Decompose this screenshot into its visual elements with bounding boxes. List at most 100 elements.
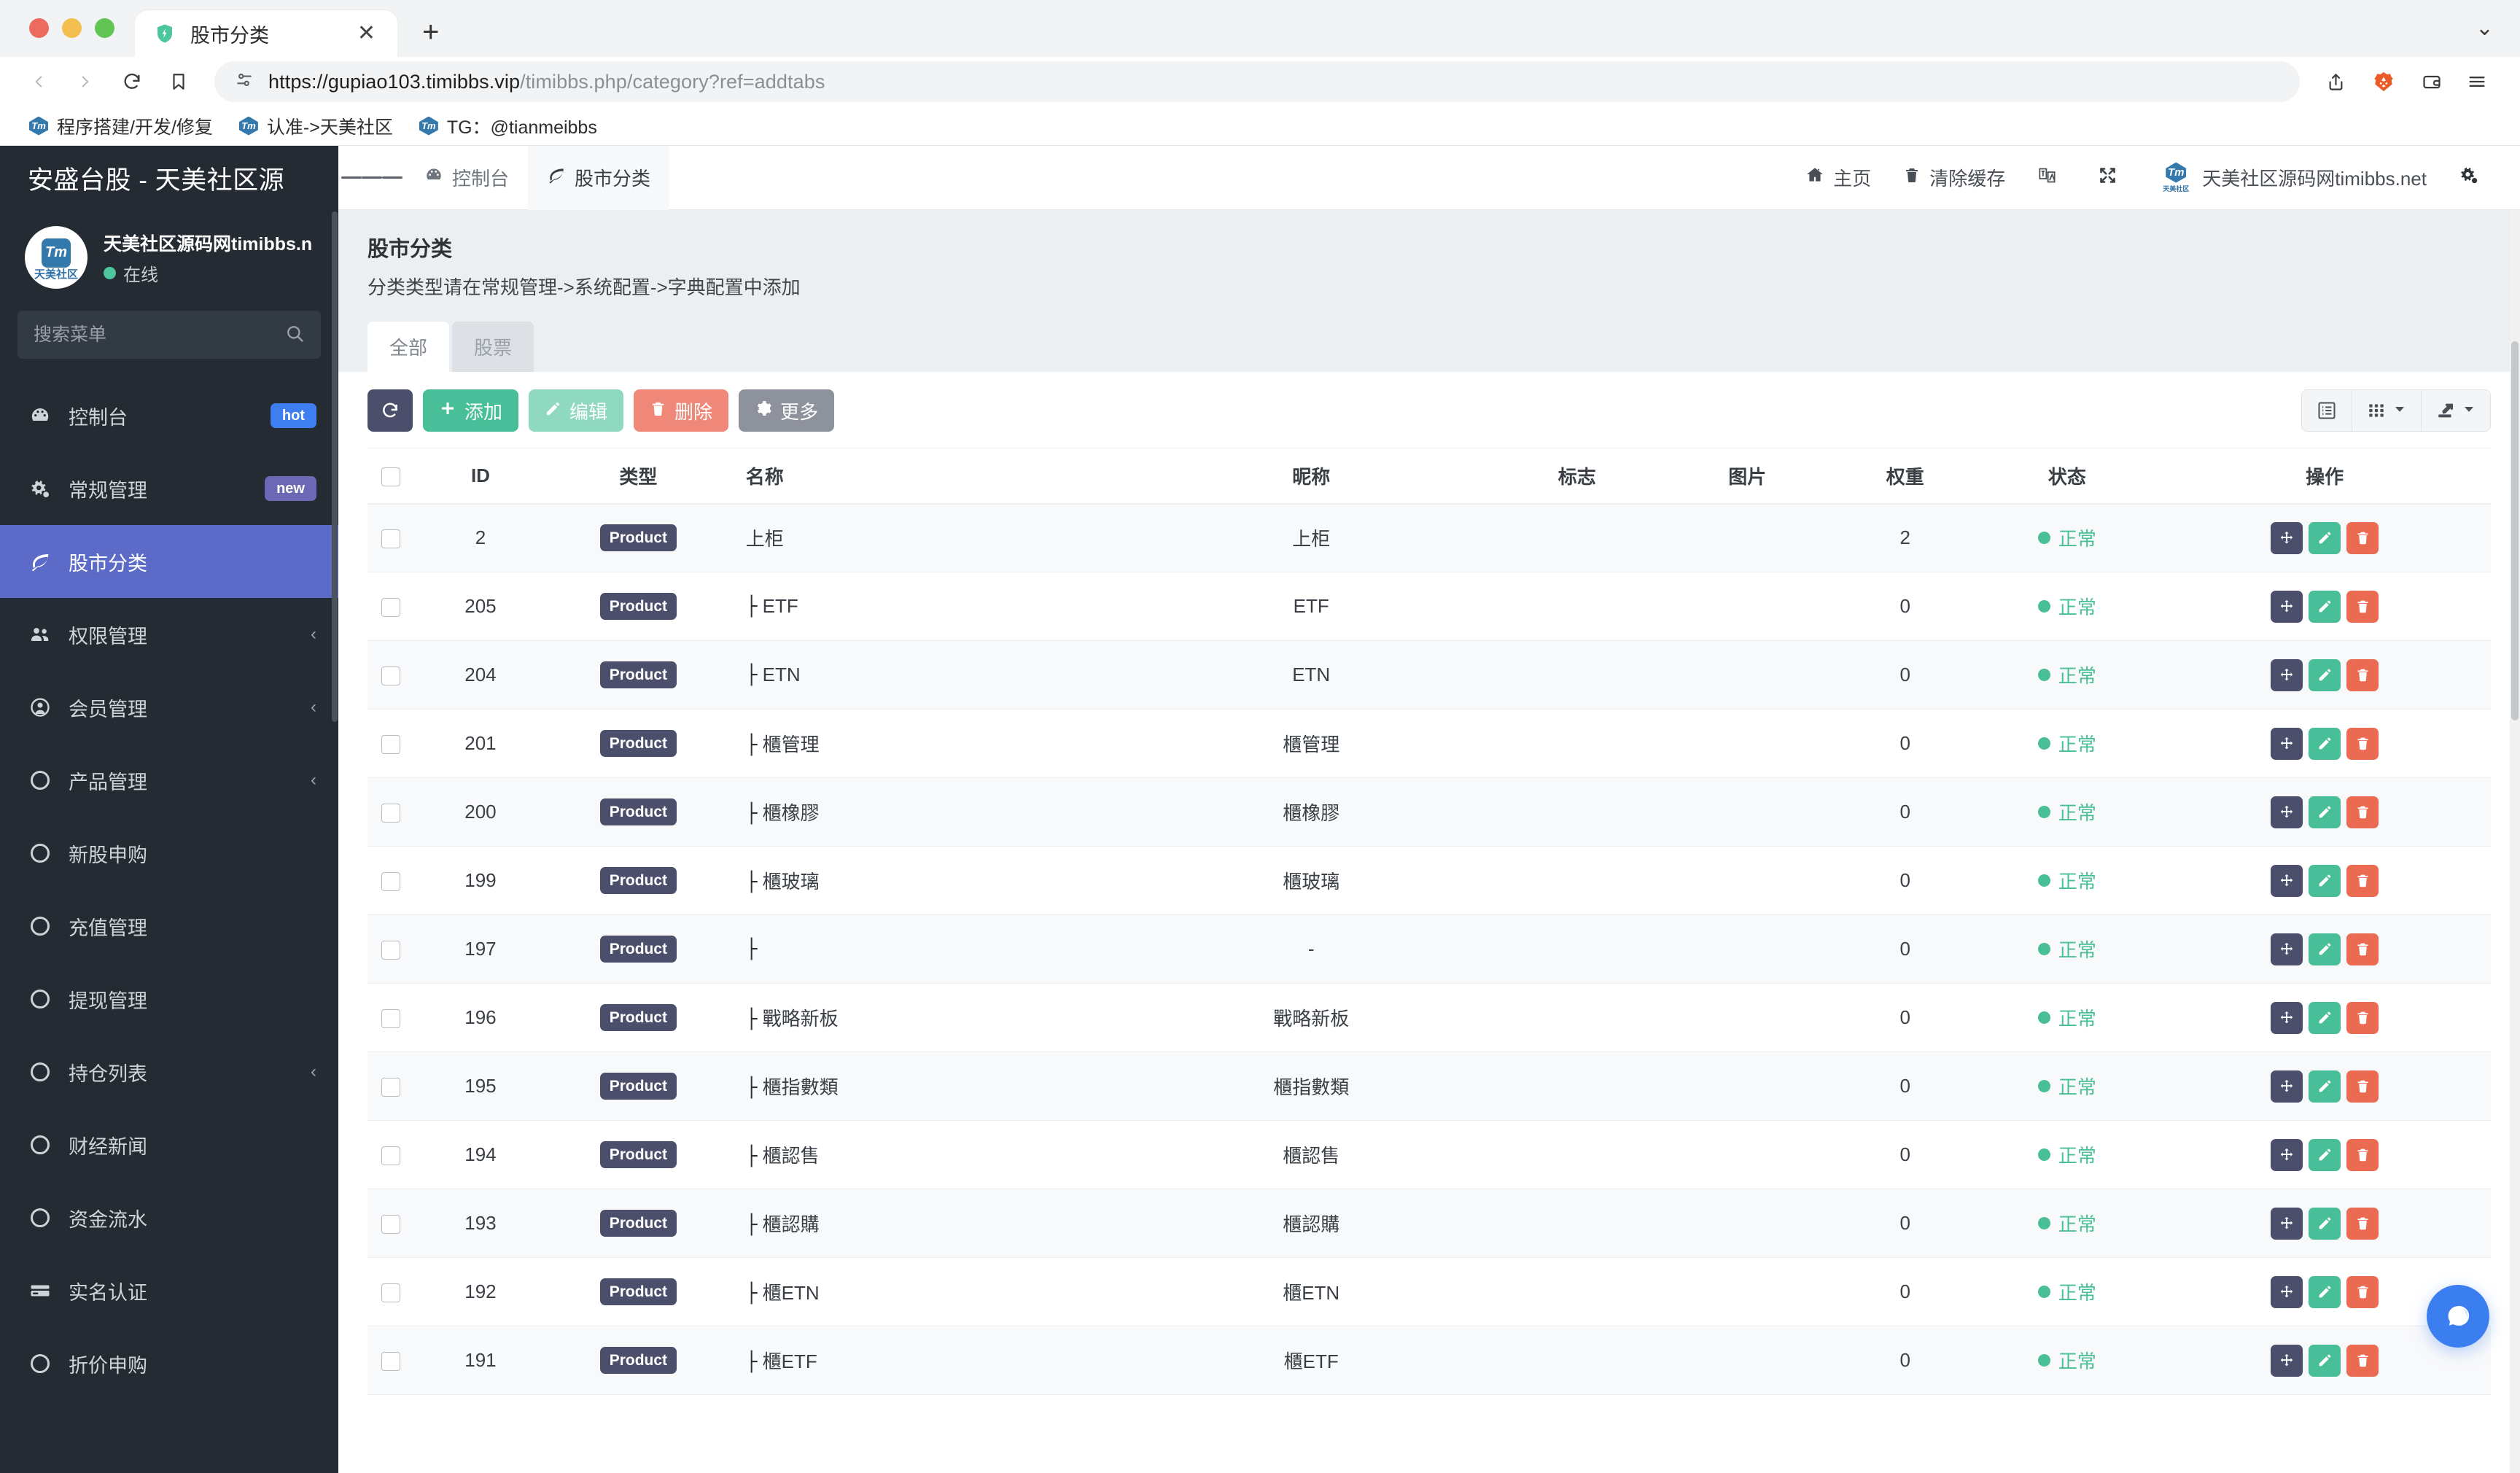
sidebar-item-discount-subscription[interactable]: 折价申购: [0, 1327, 338, 1400]
sidebar-item-withdraw-management[interactable]: 提现管理: [0, 963, 338, 1035]
row-checkbox[interactable]: [381, 735, 400, 755]
status-badge[interactable]: 正常: [2037, 1278, 2096, 1305]
table-row[interactable]: 194 Product ├ 櫃認售 櫃認售 0 正常: [368, 1120, 2491, 1189]
column-header-name[interactable]: 名称: [729, 448, 1129, 505]
trash-icon[interactable]: [2346, 658, 2379, 691]
row-checkbox[interactable]: [381, 598, 400, 618]
trash-icon[interactable]: [2346, 864, 2379, 897]
bookmark-item[interactable]: Tm 程序搭建/开发/修复: [16, 113, 226, 139]
sidebar-item-new-share-subscription[interactable]: 新股申购: [0, 817, 338, 890]
maximize-window-button[interactable]: [95, 18, 114, 38]
bookmark-item[interactable]: Tm 认准->天美社区: [226, 113, 406, 139]
trash-icon[interactable]: [2346, 1070, 2379, 1103]
row-checkbox[interactable]: [381, 1146, 400, 1166]
column-header-id[interactable]: ID: [413, 448, 548, 505]
status-badge[interactable]: 正常: [2037, 1210, 2096, 1237]
column-header-flag[interactable]: 标志: [1493, 448, 1660, 505]
search-icon[interactable]: [284, 323, 305, 347]
chat-bubble-icon[interactable]: [2427, 1285, 2489, 1348]
refresh-button[interactable]: [368, 389, 413, 432]
row-checkbox[interactable]: [381, 529, 400, 549]
pencil-icon[interactable]: [2309, 1275, 2341, 1308]
tab-all[interactable]: 全部: [368, 322, 450, 372]
new-tab-button[interactable]: +: [422, 18, 439, 57]
page-scrollbar[interactable]: [2510, 210, 2520, 1473]
bookmark-item[interactable]: Tm TG：@tianmeibbs: [406, 113, 610, 139]
clear-cache-button[interactable]: 清除缓存: [1887, 164, 2021, 191]
sidebar-scrollbar[interactable]: [331, 146, 338, 1473]
table-row[interactable]: 199 Product ├ 櫃玻璃 櫃玻璃 0 正常: [368, 846, 2491, 915]
trash-icon[interactable]: [2346, 521, 2379, 554]
table-row[interactable]: 193 Product ├ 櫃認購 櫃認購 0 正常: [368, 1189, 2491, 1258]
status-badge[interactable]: 正常: [2037, 936, 2096, 963]
forward-button[interactable]: [64, 61, 106, 103]
wallet-icon[interactable]: [2411, 61, 2453, 103]
status-badge[interactable]: 正常: [2037, 1347, 2096, 1374]
bookmark-this-page-icon[interactable]: [158, 61, 200, 103]
more-button[interactable]: 更多: [739, 389, 835, 432]
table-row[interactable]: 2 Product 上柜 上柜 2 正常: [368, 503, 2491, 572]
row-checkbox[interactable]: [381, 1009, 400, 1029]
table-row[interactable]: 205 Product ├ ETF ETF 0 正常: [368, 572, 2491, 641]
move-icon[interactable]: [2271, 1275, 2303, 1308]
pencil-icon[interactable]: [2309, 727, 2341, 760]
topnav-tab-stock-category[interactable]: 股市分类: [528, 145, 670, 210]
status-badge[interactable]: 正常: [2037, 1073, 2096, 1100]
pencil-icon[interactable]: [2309, 1344, 2341, 1377]
sidebar-item-general-management[interactable]: 常规管理 new: [0, 452, 338, 525]
trash-icon[interactable]: [2346, 796, 2379, 828]
hamburger-icon[interactable]: [338, 174, 405, 182]
trash-icon[interactable]: [2346, 933, 2379, 965]
table-row[interactable]: 200 Product ├ 櫃橡膠 櫃橡膠 0 正常: [368, 777, 2491, 847]
table-row[interactable]: 204 Product ├ ETN ETN 0 正常: [368, 640, 2491, 710]
table-row[interactable]: 196 Product ├ 戰略新板 戰略新板 0 正常: [368, 983, 2491, 1052]
row-checkbox[interactable]: [381, 1215, 400, 1235]
trash-icon[interactable]: [2346, 590, 2379, 623]
row-checkbox[interactable]: [381, 804, 400, 823]
delete-button[interactable]: 删除: [634, 389, 729, 432]
column-header-status[interactable]: 状态: [1975, 448, 2159, 505]
sidebar-item-dashboard[interactable]: 控制台 hot: [0, 379, 338, 452]
browser-menu-icon[interactable]: [2456, 61, 2498, 103]
row-checkbox[interactable]: [381, 1078, 400, 1097]
trash-icon[interactable]: [2346, 1207, 2379, 1240]
fullscreen-button[interactable]: [2082, 166, 2142, 190]
sidebar-item-fund-flow[interactable]: 资金流水: [0, 1181, 338, 1254]
table-row[interactable]: 197 Product ├ - 0 正常: [368, 914, 2491, 984]
sidebar-item-recharge-management[interactable]: 充值管理: [0, 890, 338, 963]
table-row[interactable]: 192 Product ├ 櫃ETN 櫃ETN 0 正常: [368, 1257, 2491, 1326]
brave-lion-icon[interactable]: [2362, 61, 2405, 103]
minimize-window-button[interactable]: [62, 18, 82, 38]
table-row[interactable]: 201 Product ├ 櫃管理 櫃管理 0 正常: [368, 709, 2491, 778]
sidebar-item-position-list[interactable]: 持仓列表 ‹: [0, 1035, 338, 1108]
move-icon[interactable]: [2271, 727, 2303, 760]
trash-icon[interactable]: [2346, 1001, 2379, 1034]
home-button[interactable]: 主页: [1789, 164, 1887, 191]
column-header-type[interactable]: 类型: [547, 448, 730, 505]
row-checkbox[interactable]: [381, 666, 400, 686]
pencil-icon[interactable]: [2309, 658, 2341, 691]
trash-icon[interactable]: [2346, 727, 2379, 760]
brave-shields-button[interactable]: [2360, 61, 2408, 103]
status-badge[interactable]: 正常: [2037, 730, 2096, 757]
sidebar-item-financial-news[interactable]: 财经新闻: [0, 1108, 338, 1181]
sidebar-item-stock-category[interactable]: 股市分类: [0, 525, 338, 598]
move-icon[interactable]: [2271, 1070, 2303, 1103]
edit-button[interactable]: 编辑: [529, 389, 624, 432]
tab-search-chevron-icon[interactable]: ⌄: [2476, 15, 2520, 57]
back-button[interactable]: [18, 61, 60, 103]
status-badge[interactable]: 正常: [2037, 593, 2096, 620]
row-checkbox[interactable]: [381, 1352, 400, 1372]
pencil-icon[interactable]: [2309, 521, 2341, 554]
browser-tab[interactable]: 股市分类 ✕: [135, 10, 397, 57]
move-icon[interactable]: [2271, 796, 2303, 828]
pencil-icon[interactable]: [2309, 796, 2341, 828]
list-view-icon[interactable]: [2302, 390, 2352, 431]
row-checkbox[interactable]: [381, 1283, 400, 1303]
grid-columns-icon[interactable]: [2352, 390, 2422, 431]
move-icon[interactable]: [2271, 1001, 2303, 1034]
move-icon[interactable]: [2271, 933, 2303, 965]
settings-button[interactable]: [2443, 165, 2495, 190]
pencil-icon[interactable]: [2309, 1070, 2341, 1103]
export-icon[interactable]: [2422, 390, 2490, 431]
